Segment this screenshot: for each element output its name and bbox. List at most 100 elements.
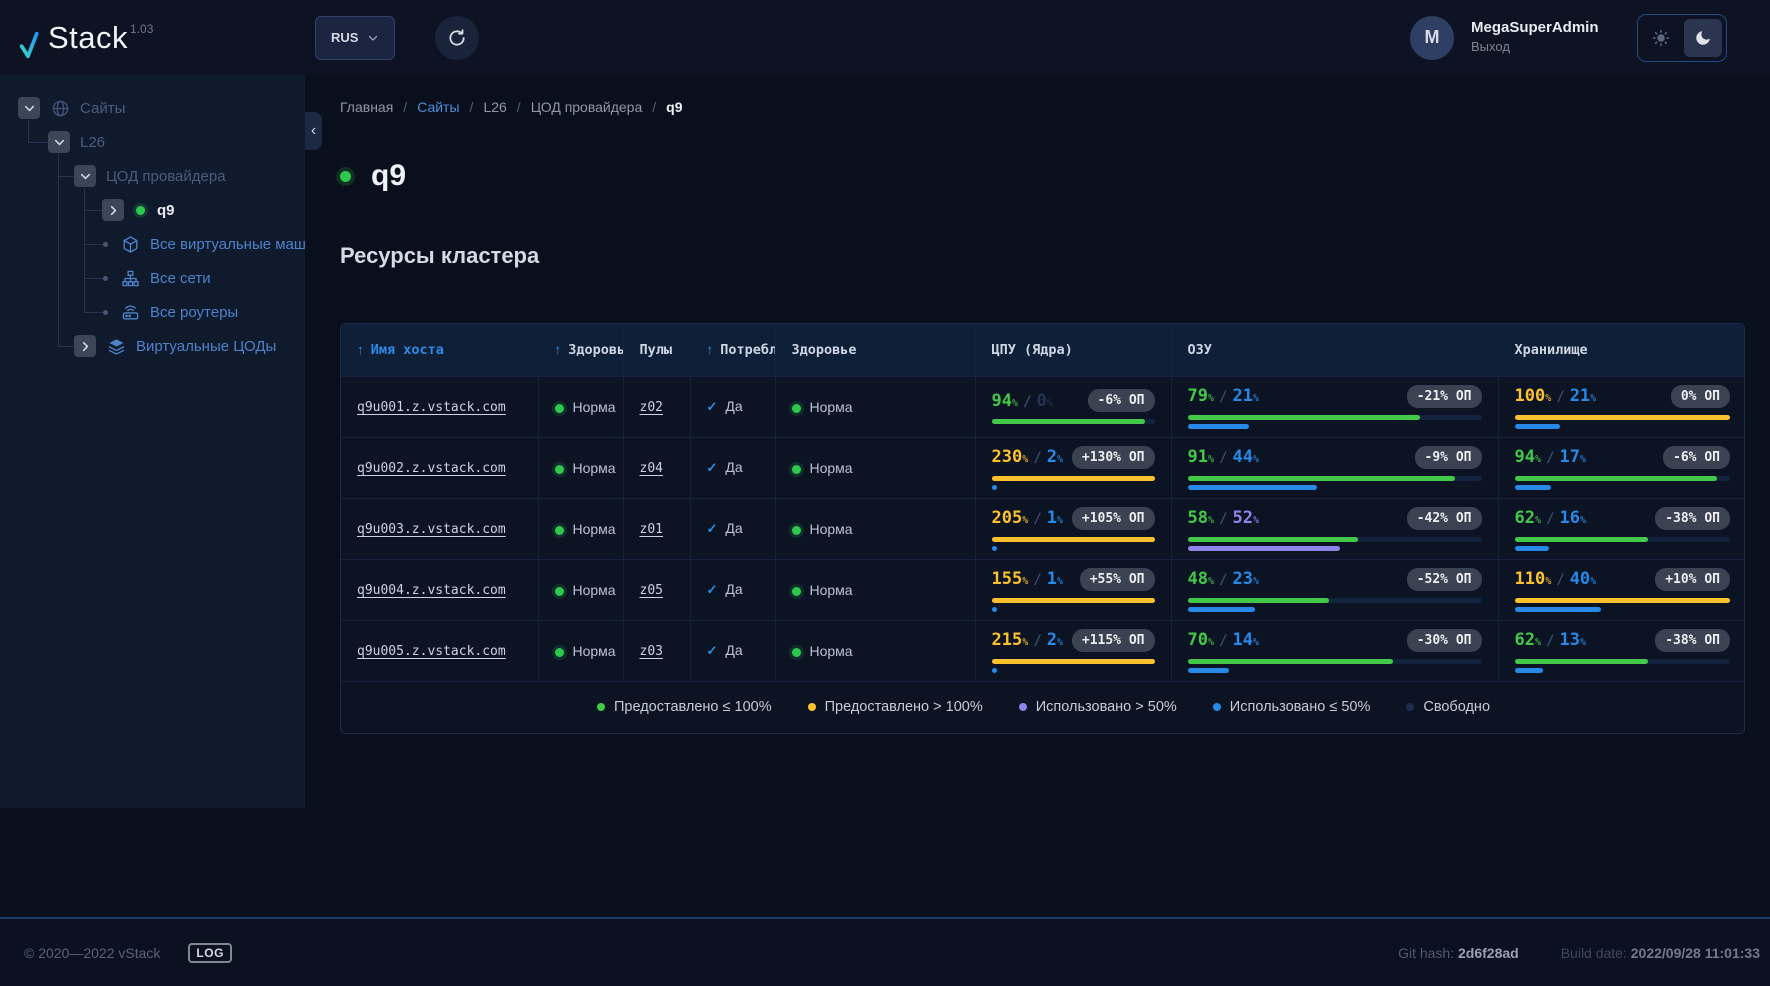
pool-link[interactable]: z01 (640, 522, 663, 537)
copyright: © 2020—2022 vStack (24, 944, 161, 961)
overprovision-badge: +105% ОП (1071, 506, 1155, 530)
column-header-cpu[interactable]: ЦПУ (Ядра) (974, 324, 1171, 376)
used-bar (1187, 667, 1229, 673)
app-footer: © 2020—2022 vStack LOG Git hash: 2d6f28a… (0, 917, 1770, 986)
used-bar (991, 545, 997, 551)
check-icon: ✓ (706, 521, 718, 536)
sort-asc-icon: ↑ (706, 341, 714, 357)
table-row: q9u005.z.vstack.com Норма z03 ✓ Да Норма 215% /… (341, 620, 1744, 681)
provided-bar (991, 419, 1155, 424)
storage-used: 16% (1559, 508, 1586, 528)
log-badge[interactable]: LOG (188, 942, 232, 963)
column-header-health2[interactable]: Здоровье (774, 324, 975, 376)
used-bar (1187, 545, 1341, 551)
cpu-provided: 94% (991, 390, 1019, 411)
tree-item-q9[interactable]: q9 (0, 193, 305, 227)
theme-toggle[interactable] (1637, 13, 1727, 62)
column-header-host[interactable]: ↑ Имя хоста (341, 324, 538, 376)
ram-provided: 79% (1187, 386, 1215, 406)
tree-item-label: Виртуальные ЦОДы (136, 337, 277, 355)
sort-asc-icon: ↑ (554, 341, 562, 357)
tree-item-dc-provider[interactable]: ЦОД провайдера (0, 159, 305, 193)
table-row: q9u003.z.vstack.com Норма z01 ✓ Да Норма 205% /… (341, 498, 1744, 559)
tree-item-label: Сайты (80, 99, 126, 117)
logout-link[interactable]: Выход (1471, 39, 1510, 54)
overprovision-badge: +115% ОП (1071, 628, 1155, 652)
host-link[interactable]: q9u004.z.vstack.com (357, 583, 506, 598)
ram-used: 44% (1232, 447, 1259, 467)
provided-bar (1514, 536, 1730, 542)
moon-icon[interactable] (1684, 18, 1722, 57)
chevron-down-icon[interactable] (18, 97, 40, 119)
pool-link[interactable]: z05 (640, 583, 663, 598)
column-header-storage[interactable]: Хранилище (1497, 324, 1744, 376)
pool-link[interactable]: z04 (640, 461, 663, 476)
health-status: Норма (572, 459, 616, 476)
consume-status: Да (725, 398, 743, 414)
provided-bar (991, 597, 1155, 603)
ram-provided: 48% (1187, 569, 1215, 589)
status-dot (340, 170, 351, 182)
host-link[interactable]: q9u003.z.vstack.com (357, 522, 506, 537)
ram-cell: 91%/44% -9% ОП (1170, 437, 1498, 498)
legend-item: Свободно (1406, 699, 1490, 715)
column-header-ram[interactable]: ОЗУ (1170, 324, 1498, 376)
storage-cell: 94%/17% -6% ОП (1497, 437, 1744, 498)
overprovision-badge: -30% ОП (1406, 628, 1482, 652)
sun-icon[interactable] (1642, 19, 1680, 57)
breadcrumb-separator: / (652, 99, 657, 115)
tree-item-l26[interactable]: L26 (0, 125, 305, 159)
chevron-down-icon[interactable] (74, 165, 96, 187)
host-link[interactable]: q9u002.z.vstack.com (357, 461, 506, 476)
storage-cell: 100%/21% 0% ОП (1497, 376, 1744, 437)
logo: Stack 1.03 (18, 16, 198, 60)
health-status: Норма (572, 642, 616, 659)
breadcrumb-item[interactable]: Сайты (417, 99, 459, 115)
refresh-icon (447, 28, 467, 48)
column-header-pools[interactable]: Пулы (622, 324, 690, 376)
consume-status: Да (725, 520, 743, 536)
tree-item-all-vms[interactable]: Все виртуальные машины (0, 227, 305, 261)
section-title: Ресурсы кластера (340, 243, 540, 268)
refresh-button[interactable] (435, 15, 480, 60)
language-selector[interactable]: RUS (315, 15, 396, 60)
tree-item-all-routers[interactable]: Все роутеры (0, 295, 305, 329)
tree-item-sites[interactable]: Сайты (0, 91, 305, 125)
legend-dot (1018, 703, 1027, 712)
ram-cell: 58%/52% -42% ОП (1170, 498, 1498, 559)
check-icon: ✓ (706, 643, 718, 658)
tree-item-label: ЦОД провайдера (106, 167, 226, 185)
tree-item-label: q9 (157, 201, 175, 219)
consume-status: Да (725, 642, 743, 658)
host-link[interactable]: q9u001.z.vstack.com (357, 400, 506, 415)
tree-item-label: Все виртуальные машины (150, 235, 305, 253)
pool-link[interactable]: z02 (640, 400, 663, 415)
sidebar-collapse-button[interactable]: ‹ (305, 112, 322, 150)
avatar[interactable]: M (1410, 15, 1454, 60)
table-row: q9u004.z.vstack.com Норма z05 ✓ Да Норма 155% /… (341, 559, 1744, 620)
storage-provided: 110% (1514, 569, 1552, 589)
column-header-consume[interactable]: ↑ Потребл (689, 324, 775, 376)
overprovision-badge: -6% ОП (1663, 445, 1730, 469)
health-status: Норма (572, 398, 616, 415)
pool-link[interactable]: z03 (640, 644, 663, 659)
tree-item-virtual-dcs[interactable]: Виртуальные ЦОДы (0, 329, 305, 363)
chevron-right-icon[interactable] (74, 335, 96, 357)
provided-bar (1187, 536, 1482, 542)
legend-dot (1406, 703, 1415, 712)
breadcrumb-item[interactable]: Главная (340, 99, 393, 115)
ram-cell: 70%/14% -30% ОП (1170, 620, 1498, 681)
breadcrumb-item[interactable]: L26 (483, 99, 506, 115)
health-status: Норма (809, 520, 853, 537)
column-header-health[interactable]: ↑Здоровье (537, 324, 623, 376)
tree-item-all-networks[interactable]: Все сети (0, 261, 305, 295)
page-title: q9 (371, 159, 407, 192)
breadcrumb-item[interactable]: ЦОД провайдера (531, 99, 643, 115)
health-dot (791, 525, 801, 535)
chevron-down-icon[interactable] (48, 131, 70, 153)
host-link[interactable]: q9u005.z.vstack.com (357, 644, 506, 659)
health-dot (554, 464, 564, 474)
consume-status: Да (725, 581, 743, 597)
breadcrumb-item: q9 (666, 99, 683, 115)
chevron-right-icon[interactable] (102, 199, 124, 221)
